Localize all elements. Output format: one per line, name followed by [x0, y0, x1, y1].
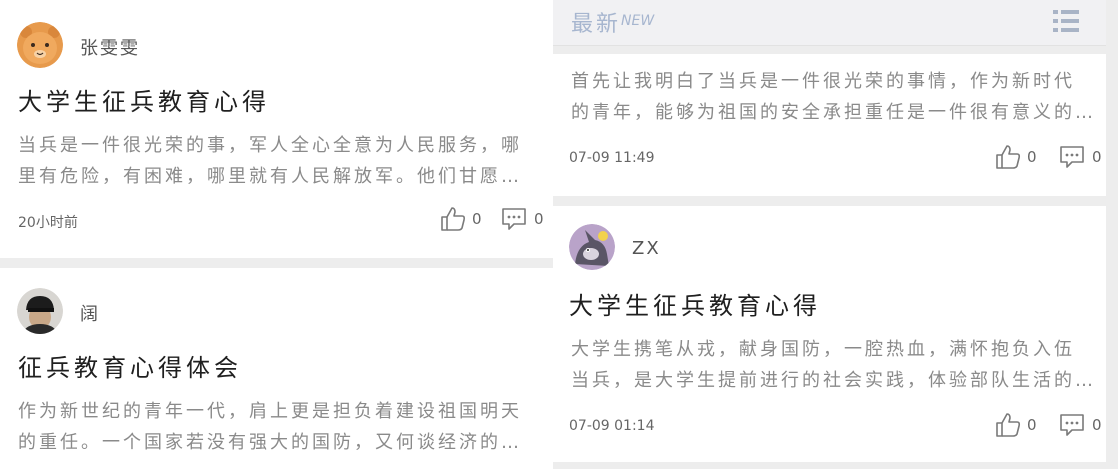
list-menu-icon: [1053, 10, 1079, 32]
comment-bubble-icon: [1060, 146, 1084, 168]
article-card[interactable]: 阔 征兵教育心得体会 作为新世纪的青年一代，肩上更是担负着建设祖国明天的重任。一…: [0, 268, 553, 469]
comment-button[interactable]: 0: [500, 206, 544, 232]
article-card[interactable]: 首先让我明白了当兵是一件很光荣的事情，作为新时代的青年，能够为祖国的安全承担重任…: [553, 54, 1106, 196]
like-button[interactable]: 0: [995, 412, 1037, 438]
author-name[interactable]: 张雯雯: [80, 34, 140, 60]
author-name[interactable]: ZX: [632, 238, 661, 259]
like-button[interactable]: 0: [995, 144, 1037, 170]
author-name[interactable]: 阔: [80, 300, 100, 326]
post-time: 07-09 11:49: [569, 150, 655, 166]
thumbs-up-icon: [441, 207, 466, 231]
avatar[interactable]: [569, 224, 615, 270]
cartoon-cat-avatar-icon: [569, 224, 615, 270]
right-feed-panel: 最新 NEW 首先让我明白了当兵是一件很光荣的事情，作为新时代的青年，能够为祖国…: [553, 0, 1118, 469]
article-title[interactable]: 征兵教育心得体会: [18, 348, 242, 383]
post-time: 20小时前: [18, 215, 78, 231]
avatar[interactable]: [17, 288, 63, 334]
comment-button[interactable]: 0: [1058, 144, 1102, 170]
comment-count: 0: [534, 210, 544, 228]
comment-bubble-icon: [1060, 414, 1084, 436]
article-excerpt: 首先让我明白了当兵是一件很光荣的事情，作为新时代的青年，能够为祖国的安全承担重任…: [571, 71, 1075, 123]
comment-count: 0: [1092, 416, 1102, 434]
comment-bubble-icon: [502, 208, 526, 230]
left-feed-panel: 张雯雯 大学生征兵教育心得 当兵是一件很光荣的事，军人全心全意为人民服务，哪里有…: [0, 0, 553, 469]
thumbs-up-icon: [996, 413, 1021, 437]
like-count: 0: [1027, 148, 1037, 166]
list-menu-button[interactable]: [1051, 6, 1081, 40]
thumbs-up-icon: [996, 145, 1021, 169]
article-title[interactable]: 大学生征兵教育心得: [18, 82, 270, 117]
like-count: 0: [1027, 416, 1037, 434]
like-button[interactable]: 0: [440, 206, 482, 232]
article-card[interactable]: ZX 大学生征兵教育心得 大学生携笔从戎，献身国防，一腔热血，满怀抱负入伍当兵，…: [553, 206, 1106, 462]
article-title[interactable]: 大学生征兵教育心得: [569, 286, 821, 321]
like-count: 0: [472, 210, 482, 228]
post-time: 07-09 01:14: [569, 418, 655, 434]
comment-button[interactable]: 0: [1058, 412, 1102, 438]
avatar[interactable]: [17, 22, 63, 68]
latest-header: 最新 NEW: [553, 0, 1106, 46]
article-excerpt: 大学生携笔从戎，献身国防，一腔热血，满怀抱负入伍当兵，是大学生提前进行的社会实践…: [571, 339, 1075, 391]
article-excerpt: 当兵是一件很光荣的事，军人全心全意为人民服务，哪里有危险，有困难，哪里就有人民解…: [18, 135, 522, 187]
article-excerpt: 作为新世纪的青年一代，肩上更是担负着建设祖国明天的重任。一个国家若没有强大的国防…: [18, 401, 522, 453]
comment-count: 0: [1092, 148, 1102, 166]
cartoon-bear-avatar-icon: [17, 22, 63, 68]
latest-label: 最新: [571, 12, 622, 37]
latest-label-en: NEW: [621, 13, 655, 29]
article-card[interactable]: 张雯雯 大学生征兵教育心得 当兵是一件很光荣的事，军人全心全意为人民服务，哪里有…: [0, 0, 553, 258]
person-cap-avatar-icon: [17, 288, 63, 334]
